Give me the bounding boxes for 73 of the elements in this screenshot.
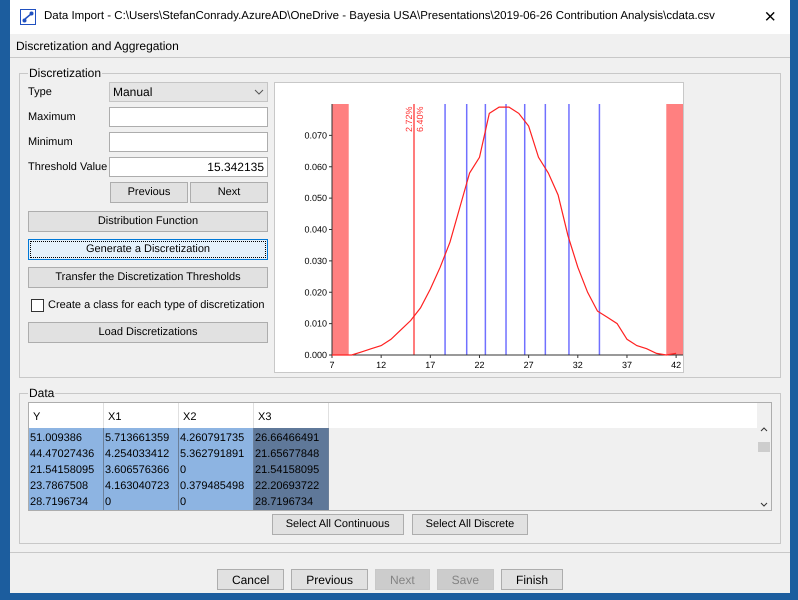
table-cell-text: 0 — [179, 495, 188, 510]
y-tick-label: 0.010 — [304, 318, 327, 329]
scroll-down-icon — [760, 502, 768, 507]
table-column[interactable]: 26.66466491 21.65677848 21.54158095 22.20693722 28.7196734 — [254, 428, 329, 510]
y-tick-label: 0.050 — [304, 193, 327, 204]
x-tick-label: 22 — [474, 360, 484, 370]
table-cell-text: 28.7196734 — [29, 495, 90, 510]
table-cell-text: 21.54158095 — [29, 463, 96, 478]
percent-label: 2.72% — [404, 106, 414, 132]
group-title: Discretization — [28, 65, 102, 82]
table-cell-text: 5.713661359 — [104, 431, 170, 446]
x-tick-label: 7 — [330, 360, 334, 370]
table-cell-text: 4.163040723 — [104, 479, 170, 494]
table-cell-text: 51.009386 — [29, 431, 83, 446]
percent-label: 6.40% — [415, 106, 425, 132]
close-button[interactable]: × — [760, 7, 780, 27]
field-label: Threshold Value — [28, 160, 108, 175]
step-title: Discretization and Aggregation — [16, 38, 179, 54]
input-field[interactable]: 15.342135 — [109, 157, 268, 177]
x-tick-label: 32 — [572, 360, 583, 370]
window-title: Data Import - C:\Users\StefanConrady.AzureAD\OneDrive - Bayesia USA\Presentations\2019-06-26 Contribution Analysis\cdata.csv — [44, 9, 716, 24]
footer-button[interactable]: Finish — [501, 569, 564, 590]
table-cell-text: 0.379485498 — [179, 479, 246, 494]
table-cell-text: 0 — [104, 495, 112, 510]
table-cell-text: 22.20693722 — [254, 479, 320, 494]
table-column[interactable]: 5.713661359 4.254033412 3.606576366 4.163040723 0 — [104, 428, 179, 510]
x-tick-label: 12 — [376, 360, 386, 370]
next-button[interactable]: Next — [190, 182, 268, 203]
type-dropdown[interactable]: Manual — [109, 82, 268, 102]
field-label: Type — [28, 84, 53, 100]
footer-button[interactable]: Cancel — [216, 569, 284, 590]
y-tick-label: 0.020 — [304, 287, 327, 298]
scroll-up-icon — [760, 427, 768, 432]
select-button[interactable]: Select All Continuous — [272, 514, 404, 535]
table-cell-text: 4.254033412 — [104, 447, 170, 462]
table-cell-text: 4.260791735 — [179, 431, 246, 446]
y-tick-label: 0.070 — [304, 130, 327, 140]
x-tick-label: 37 — [622, 360, 632, 370]
x-tick-label: 27 — [524, 360, 534, 370]
checkbox[interactable] — [31, 298, 44, 312]
y-tick-label: 0.000 — [304, 350, 327, 360]
y-tick-label: 0.030 — [304, 256, 327, 266]
table-cell-text: 21.54158095 — [254, 463, 320, 478]
chevron-down-icon — [254, 89, 264, 95]
table-cell-text: 23.7867508 — [29, 479, 90, 494]
table-cell-text: 0 — [179, 463, 188, 478]
footer-button[interactable]: Previous — [291, 569, 368, 590]
table-column[interactable]: 51.009386 44.47027436 21.54158095 23.7867508 28.7196734 — [29, 428, 104, 510]
table-cell-text: 21.65677848 — [254, 447, 320, 462]
scrollbar-thumb[interactable] — [758, 442, 770, 452]
x-tick-label: 17 — [425, 360, 436, 370]
table-cell-text: 3.606576366 — [104, 463, 170, 478]
group-title: Data — [28, 385, 56, 402]
action-button[interactable]: Generate a Discretization — [28, 239, 268, 260]
select-button[interactable]: Select All Discrete — [412, 514, 528, 535]
y-tick-label: 0.060 — [304, 162, 327, 172]
input-field[interactable] — [109, 107, 268, 127]
y-tick-label: 0.040 — [304, 224, 327, 234]
checkbox-label: Create a class for each type of discretization — [48, 298, 264, 313]
table-column[interactable]: 4.260791735 5.362791891 0 0.379485498 0 — [179, 428, 254, 510]
load-button[interactable]: Load Discretizations — [28, 322, 268, 342]
field-label: Maximum — [28, 110, 77, 125]
table-cell-text: 28.7196734 — [254, 495, 314, 510]
field-label: Minimum — [28, 134, 74, 150]
previous-button[interactable]: Previous — [110, 182, 188, 203]
table-cell-text: 5.362791891 — [179, 447, 246, 462]
action-button[interactable]: Transfer the Discretization Thresholds — [28, 267, 268, 288]
x-tick-label: 42 — [671, 360, 682, 370]
table-cell-text: 26.66466491 — [254, 431, 320, 446]
table-cell-text: 44.47027436 — [29, 447, 96, 462]
action-button[interactable]: Distribution Function — [28, 211, 268, 232]
input-field[interactable] — [109, 132, 268, 152]
app-logo-icon — [20, 9, 36, 25]
